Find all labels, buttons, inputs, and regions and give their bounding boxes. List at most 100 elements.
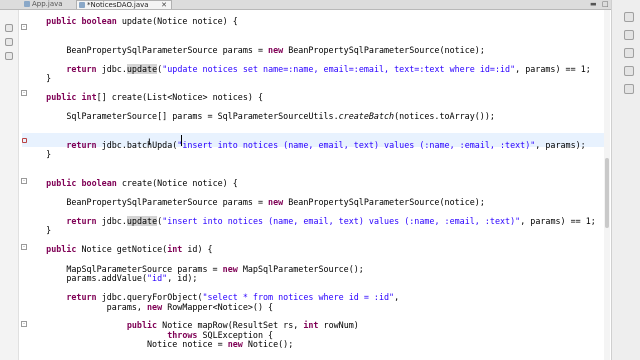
code-token: return: [66, 292, 97, 302]
problems-view-icon[interactable]: [624, 66, 634, 76]
code-token: BeanPropertySqlParameterSource params =: [26, 45, 269, 55]
code-line[interactable]: public boolean create(Notice notice) {: [26, 178, 238, 189]
code-token: [] create(List<Notice> notices) {: [96, 92, 264, 102]
ibeam-pointer-icon: I: [148, 138, 151, 148]
code-token: }: [26, 73, 52, 83]
outline-icon[interactable]: [5, 52, 13, 60]
code-token: rowNum): [318, 320, 359, 330]
close-icon[interactable]: ✕: [161, 1, 167, 9]
code-line[interactable]: }: [26, 149, 51, 160]
code-line[interactable]: public Notice getNotice(int id) {: [26, 244, 213, 255]
code-token: boolean: [81, 16, 117, 26]
code-token: id) {: [182, 244, 213, 254]
code-line[interactable]: SqlParameterSource[] params = SqlParamet…: [26, 111, 495, 122]
code-token: ,: [394, 292, 400, 302]
code-token: update: [126, 64, 158, 74]
code-token: create(Notice notice) {: [116, 178, 238, 188]
code-token: "insert into notices (name, email, text)…: [162, 216, 521, 226]
code-token: "update notices set name=:name, email=:e…: [162, 64, 516, 74]
minimize-icon[interactable]: ▬: [590, 0, 597, 8]
code-token: new: [268, 45, 284, 55]
code-token: }: [26, 149, 52, 159]
restore-icon[interactable]: [5, 24, 13, 32]
code-token: public: [126, 320, 158, 330]
left-toolbar: [0, 10, 19, 360]
scrollbar-thumb[interactable]: [605, 158, 609, 228]
code-line[interactable]: return jdbc.batchUpda("insert into notic…: [26, 140, 586, 151]
code-token: , id);: [167, 273, 198, 283]
java-file-icon: [79, 2, 85, 8]
code-token: return: [66, 216, 97, 226]
code-line[interactable]: }: [26, 73, 51, 84]
code-token: public: [46, 92, 77, 102]
code-token: int: [81, 92, 97, 102]
code-line[interactable]: params, new RowMapper<Notice>() {: [26, 302, 273, 313]
code-token: new: [222, 264, 238, 274]
code-token: SqlParameterSource[] params = SqlParamet…: [26, 111, 339, 121]
code-line[interactable]: Notice notice = new Notice();: [26, 339, 293, 350]
code-token: public: [46, 244, 77, 254]
right-toolbar: [611, 0, 640, 360]
code-token: BeanPropertySqlParameterSource params =: [26, 197, 269, 207]
code-token: , params) == 1;: [515, 64, 591, 74]
code-token: int: [167, 244, 183, 254]
code-token: "id": [147, 273, 168, 283]
code-token: public: [46, 16, 77, 26]
code-token: new: [268, 197, 284, 207]
code-token: return: [66, 140, 97, 150]
code-token: , params) == 1;: [520, 216, 596, 226]
code-token: new: [147, 302, 163, 312]
code-editor[interactable]: public boolean update(Notice notice) { B…: [26, 10, 604, 360]
code-token: Notice mapRow(ResultSet rs,: [157, 320, 304, 330]
code-line[interactable]: }: [26, 225, 51, 236]
code-line[interactable]: public boolean update(Notice notice) {: [26, 16, 238, 27]
code-line[interactable]: public int[] create(List<Notice> notices…: [26, 92, 263, 103]
package-explorer-icon[interactable]: [5, 38, 13, 46]
code-line[interactable]: BeanPropertySqlParameterSource params = …: [26, 197, 485, 208]
code-token: Notice notice =: [26, 339, 228, 349]
code-token: params,: [26, 302, 148, 312]
code-token: return: [66, 64, 97, 74]
code-token: }: [26, 225, 52, 235]
code-token: jdbc.batchUpda(: [96, 140, 178, 150]
editor-tab-bar: App.java *NoticesDAO.java ✕ ▬ □: [0, 0, 640, 10]
task-list-icon[interactable]: [624, 30, 634, 40]
code-token: BeanPropertySqlParameterSource(notice);: [283, 45, 485, 55]
java-file-icon: [24, 1, 30, 7]
code-line[interactable]: return jdbc.update("update notices set n…: [26, 64, 591, 75]
code-token: "select * from notices where id = :id": [202, 292, 395, 302]
tab-app-java[interactable]: App.java: [22, 0, 74, 9]
code-token: update(Notice notice) {: [116, 16, 238, 26]
code-token: int: [303, 320, 319, 330]
restore-icon[interactable]: [624, 12, 634, 22]
code-token: BeanPropertySqlParameterSource(notice);: [283, 197, 485, 207]
code-line[interactable]: params.addValue("id", id);: [26, 273, 197, 284]
code-token: boolean: [81, 178, 117, 188]
outline-view-icon[interactable]: [624, 48, 634, 58]
code-token: Notice getNotice(: [76, 244, 168, 254]
code-token: , params);: [535, 140, 586, 150]
code-token: update: [126, 216, 158, 226]
code-line[interactable]: return jdbc.update("insert into notices …: [26, 216, 596, 227]
code-token: Notice();: [242, 339, 294, 349]
tab-label: App.java: [32, 0, 63, 8]
code-token: RowMapper<Notice>() {: [162, 302, 274, 312]
code-token: "insert into notices (name, email, text)…: [177, 140, 536, 150]
tab-noticesdao-java[interactable]: *NoticesDAO.java ✕: [76, 0, 172, 9]
code-token: new: [227, 339, 243, 349]
tab-label: *NoticesDAO.java: [87, 1, 149, 9]
code-token: jdbc.queryForObject(: [96, 292, 203, 302]
code-token: (notices.toArray());: [394, 111, 495, 121]
text-cursor: [181, 135, 182, 146]
code-line[interactable]: BeanPropertySqlParameterSource params = …: [26, 45, 485, 56]
console-view-icon[interactable]: [624, 84, 634, 94]
maximize-icon[interactable]: □: [602, 0, 609, 8]
code-token: MapSqlParameterSource();: [237, 264, 364, 274]
code-token: createBatch: [338, 111, 395, 121]
code-token: jdbc.: [96, 216, 127, 226]
